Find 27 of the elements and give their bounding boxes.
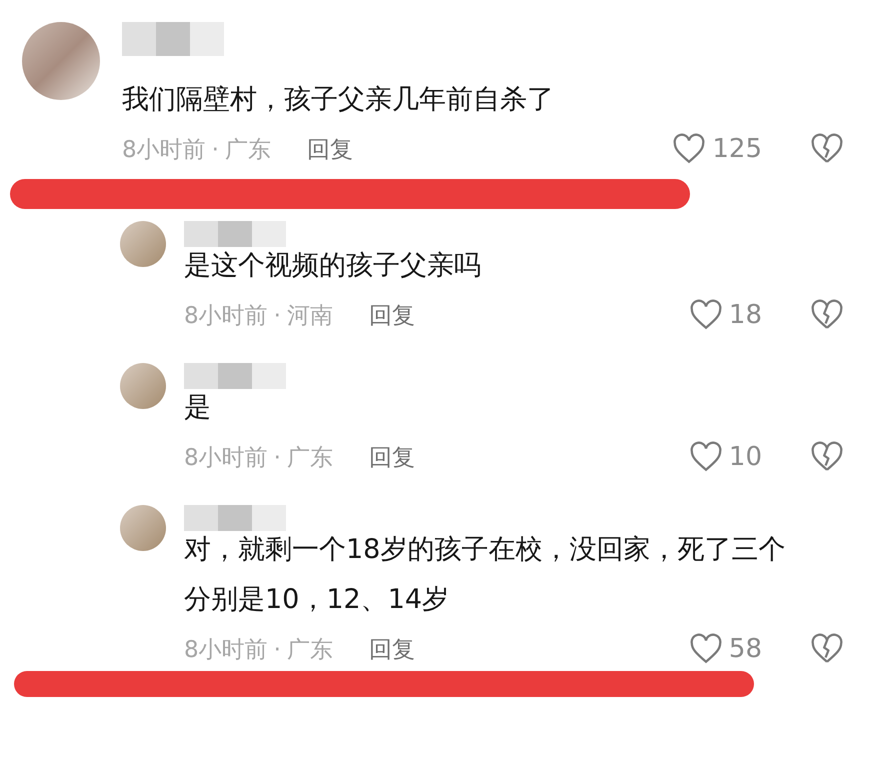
broken-heart-icon[interactable]: [810, 441, 844, 473]
comment-text: 我们隔壁村，孩子父亲几年前自杀了: [122, 83, 555, 117]
broken-heart-icon[interactable]: [810, 133, 844, 165]
broken-heart-icon[interactable]: [810, 633, 844, 665]
avatar[interactable]: [120, 221, 166, 267]
heart-icon[interactable]: [688, 633, 723, 665]
comment-text: 是这个视频的孩子父亲吗: [184, 249, 482, 283]
heart-icon[interactable]: [672, 133, 706, 165]
avatar[interactable]: [120, 505, 166, 551]
reply-link[interactable]: 回复: [306, 134, 353, 164]
comment-time: 8小时前 · 河南: [184, 302, 333, 330]
comment-time: 8小时前 · 广东: [184, 444, 333, 472]
reply-link[interactable]: 回复: [368, 300, 415, 330]
heart-icon[interactable]: [688, 299, 723, 331]
comment-text: 是: [184, 391, 212, 425]
reply-link[interactable]: 回复: [368, 634, 415, 664]
heart-icon[interactable]: [688, 441, 723, 473]
like-count: 58: [728, 634, 762, 664]
like-count: 125: [712, 134, 762, 164]
broken-heart-icon[interactable]: [810, 299, 844, 331]
comment-time: 8小时前 · 广东: [122, 136, 271, 164]
comment-time: 8小时前 · 广东: [184, 636, 333, 664]
like-count: 18: [728, 300, 762, 330]
avatar[interactable]: [120, 363, 166, 409]
reply-link[interactable]: 回复: [368, 442, 415, 472]
like-count: 10: [728, 442, 762, 472]
comment-text: 对，就剩一个18岁的孩子在校，没回家，死了三个分别是10，12、14岁: [184, 533, 786, 617]
